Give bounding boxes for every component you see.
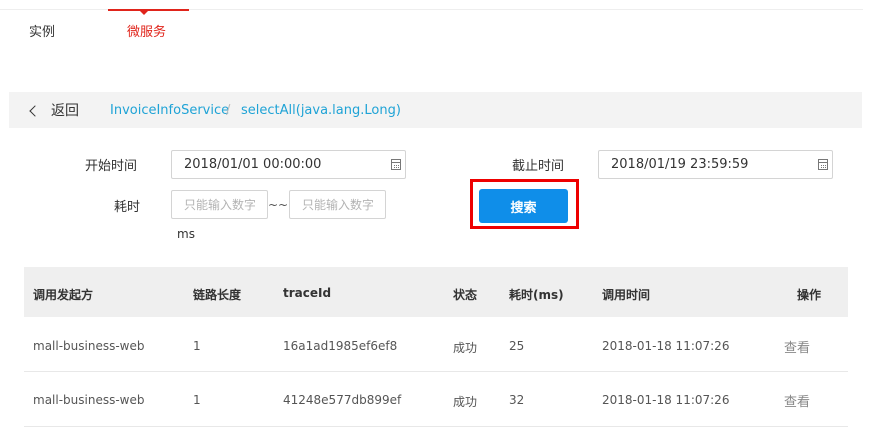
active-tab-caret-icon bbox=[140, 11, 148, 15]
row-divider bbox=[24, 371, 848, 372]
column-header-status: 状态 bbox=[453, 288, 478, 302]
breadcrumb-method-link[interactable]: selectAll(java.lang.Long) bbox=[241, 103, 401, 118]
duration-max-input[interactable]: 只能输入数字 bbox=[289, 190, 386, 219]
end-time-input[interactable]: 2018/01/19 23:59:59 bbox=[598, 150, 833, 179]
tab-microservice[interactable]: 微服务 bbox=[127, 21, 166, 40]
table-cell-traceid: 41248e577db899ef bbox=[283, 393, 402, 407]
column-header-traceid: traceId bbox=[283, 286, 332, 300]
column-header-time: 调用时间 bbox=[602, 288, 651, 302]
active-tab-indicator bbox=[108, 9, 189, 11]
column-header-duration: 耗时(ms) bbox=[509, 288, 564, 302]
duration-min-placeholder: 只能输入数字 bbox=[184, 198, 255, 212]
column-header-length: 链路长度 bbox=[193, 288, 242, 302]
table-cell-status: 成功 bbox=[453, 395, 478, 409]
row-divider bbox=[24, 426, 848, 427]
tab-instances[interactable]: 实例 bbox=[29, 21, 55, 40]
column-header-caller: 调用发起方 bbox=[33, 288, 94, 302]
chevron-left-icon bbox=[29, 104, 41, 117]
column-header-action: 操作 bbox=[797, 288, 822, 302]
search-button[interactable]: 搜索 bbox=[479, 189, 568, 223]
duration-max-placeholder: 只能输入数字 bbox=[302, 198, 373, 212]
table-cell-status: 成功 bbox=[453, 341, 478, 355]
table-cell-length: 1 bbox=[193, 339, 201, 353]
breadcrumb-separator: / bbox=[226, 103, 231, 118]
calendar-icon[interactable] bbox=[818, 159, 828, 170]
table-cell-caller: mall-business-web bbox=[33, 339, 145, 353]
view-button[interactable]: 查看 bbox=[784, 337, 810, 356]
start-time-input[interactable]: 2018/01/01 00:00:00 bbox=[171, 150, 406, 179]
duration-separator: ~~ bbox=[268, 198, 289, 212]
table-cell-duration: 32 bbox=[509, 393, 525, 407]
breadcrumb-service-link[interactable]: InvoiceInfoService bbox=[110, 103, 229, 118]
back-button[interactable]: 返回 bbox=[29, 100, 79, 120]
start-time-label: 开始时间 bbox=[85, 159, 138, 174]
view-button[interactable]: 查看 bbox=[784, 391, 810, 410]
table-cell-length: 1 bbox=[193, 393, 201, 407]
calendar-icon[interactable] bbox=[391, 159, 401, 170]
table-cell-caller: mall-business-web bbox=[33, 393, 145, 407]
table-cell-duration: 25 bbox=[509, 339, 525, 353]
table-cell-time: 2018-01-18 11:07:26 bbox=[602, 339, 730, 353]
end-time-label: 截止时间 bbox=[512, 159, 565, 174]
duration-label: 耗时 bbox=[114, 200, 141, 215]
table-cell-time: 2018-01-18 11:07:26 bbox=[602, 393, 730, 407]
start-time-value: 2018/01/01 00:00:00 bbox=[184, 157, 322, 172]
table-header bbox=[24, 267, 848, 317]
end-time-value: 2018/01/19 23:59:59 bbox=[611, 157, 749, 172]
duration-unit: ms bbox=[177, 227, 195, 241]
back-label: 返回 bbox=[51, 103, 79, 119]
duration-min-input[interactable]: 只能输入数字 bbox=[171, 190, 268, 219]
table-cell-traceid: 16a1ad1985ef6ef8 bbox=[283, 339, 398, 353]
